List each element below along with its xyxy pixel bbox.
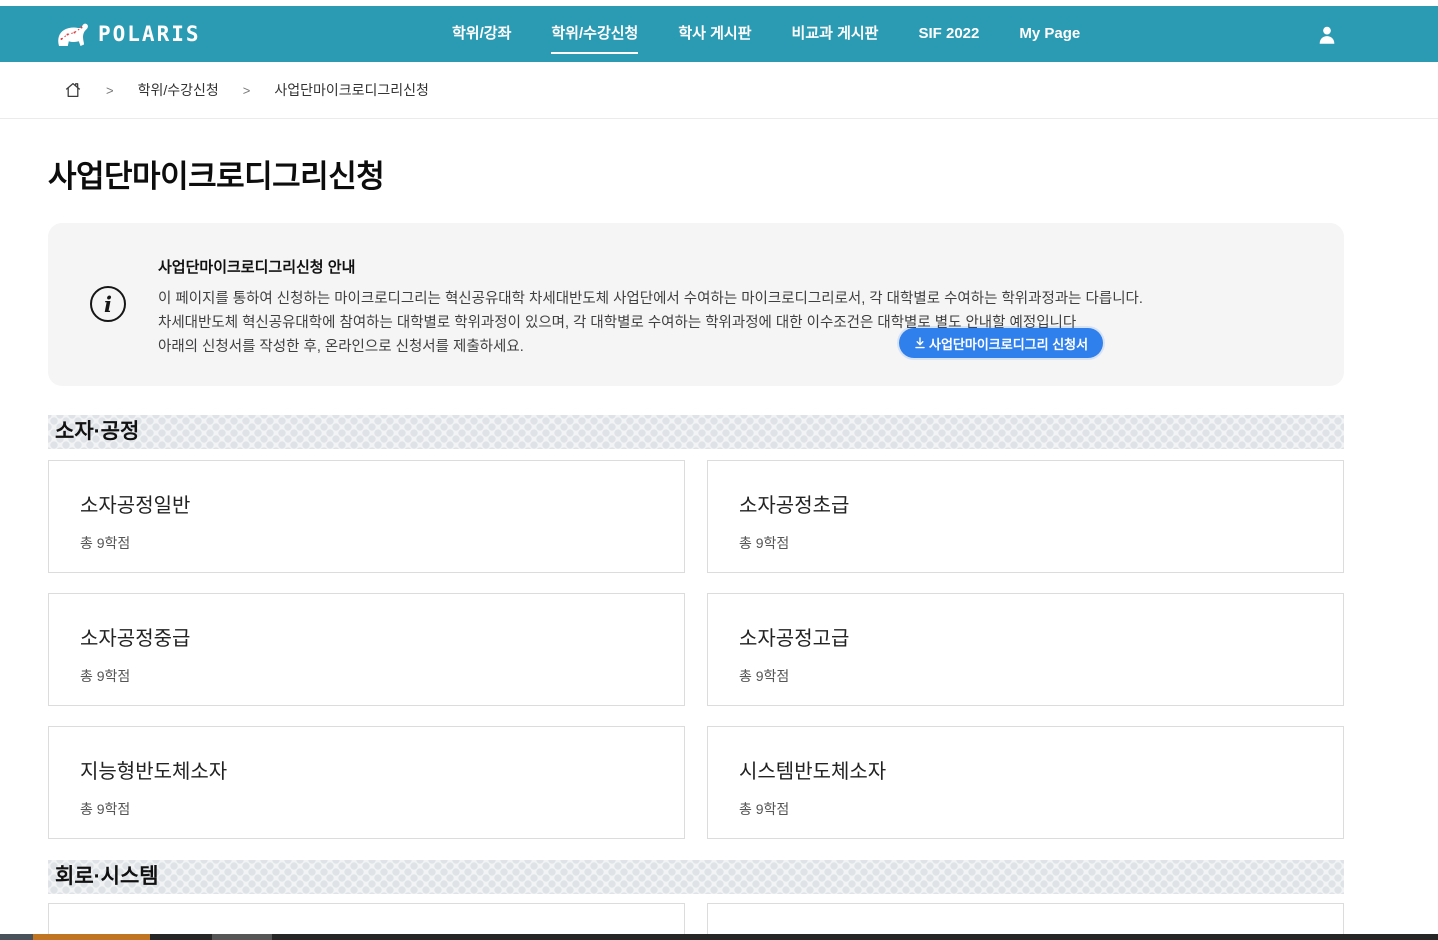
brand-name: POLARIS xyxy=(98,22,201,46)
page-title: 사업단마이크로디그리신청 xyxy=(48,151,1344,196)
taskbar-edge xyxy=(0,934,1438,940)
user-profile-icon[interactable] xyxy=(1316,24,1338,46)
download-icon xyxy=(914,337,926,349)
card-device-process-advanced[interactable]: 소자공정고급 총 9학점 xyxy=(707,593,1344,706)
card-title: 소자공정일반 xyxy=(80,489,684,518)
card-system-semiconductor-device[interactable]: 시스템반도체소자 총 9학점 xyxy=(707,726,1344,839)
card-title: 소자공정중급 xyxy=(80,622,684,651)
card-intelligent-semiconductor-device[interactable]: 지능형반도체소자 총 9학점 xyxy=(48,726,685,839)
breadcrumb-item-enrollment[interactable]: 학위/수강신청 xyxy=(138,80,219,100)
section-header-circuit-system: 회로·시스템 xyxy=(48,860,1344,894)
home-icon[interactable] xyxy=(64,81,82,99)
nav-item-sif-2022[interactable]: SIF 2022 xyxy=(918,6,979,62)
notice-line-1: 이 페이지를 통하여 신청하는 마이크로디그리는 혁신공유대학 차세대반도체 사… xyxy=(158,287,1344,311)
main-nav: 학위/강좌 학위/수강신청 학사 게시판 비교과 게시판 SIF 2022 My… xyxy=(452,6,1080,62)
download-button-label: 사업단마이크로디그리 신청서 xyxy=(929,334,1088,353)
notice-line-2: 차세대반도체 혁신공유대학에 참여하는 대학별로 학위과정이 있으며, 각 대학… xyxy=(158,311,1344,335)
notice-content: 사업단마이크로디그리신청 안내 이 페이지를 통하여 신청하는 마이크로디그리는… xyxy=(48,223,1344,359)
notice-heading: 사업단마이크로디그리신청 안내 xyxy=(158,256,1344,277)
breadcrumb: > 학위/수강신청 > 사업단마이크로디그리신청 xyxy=(0,62,1438,119)
polar-bear-icon xyxy=(55,19,89,49)
card-title: 시스템반도체소자 xyxy=(739,755,1343,784)
notice-box: i 사업단마이크로디그리신청 안내 이 페이지를 통하여 신청하는 마이크로디그… xyxy=(48,223,1344,386)
main-content: 사업단마이크로디그리신청 i 사업단마이크로디그리신청 안내 이 페이지를 통하… xyxy=(48,120,1344,940)
application-form-download-button[interactable]: 사업단마이크로디그리 신청서 xyxy=(899,328,1103,358)
nav-item-degree-courses[interactable]: 학위/강좌 xyxy=(452,6,511,62)
taskbar-segment xyxy=(212,934,272,940)
card-title: 지능형반도체소자 xyxy=(80,755,684,784)
notice-line-3: 아래의 신청서를 작성한 후, 온라인으로 신청서를 제출하세요. xyxy=(158,335,1344,359)
nav-item-extracurricular-board[interactable]: 비교과 게시판 xyxy=(792,6,879,62)
card-credits: 총 9학점 xyxy=(80,533,684,553)
card-credits: 총 9학점 xyxy=(739,533,1343,553)
polaris-logo[interactable]: POLARIS xyxy=(55,6,201,62)
card-title: 소자공정초급 xyxy=(739,489,1343,518)
card-device-process-general[interactable]: 소자공정일반 총 9학점 xyxy=(48,460,685,573)
breadcrumb-item-current[interactable]: 사업단마이크로디그리신청 xyxy=(274,80,429,100)
nav-item-degree-enrollment[interactable]: 학위/수강신청 xyxy=(551,6,638,62)
card-credits: 총 9학점 xyxy=(739,666,1343,686)
card-device-process-beginner[interactable]: 소자공정초급 총 9학점 xyxy=(707,460,1344,573)
info-icon: i xyxy=(90,286,126,322)
taskbar-segment-orange xyxy=(33,934,150,940)
top-navbar: POLARIS 학위/강좌 학위/수강신청 학사 게시판 비교과 게시판 SIF… xyxy=(0,6,1438,62)
card-title: 소자공정고급 xyxy=(739,622,1343,651)
card-grid-device-process: 소자공정일반 총 9학점 소자공정초급 총 9학점 소자공정중급 총 9학점 소… xyxy=(48,460,1344,839)
breadcrumb-separator: > xyxy=(243,83,251,98)
card-credits: 총 9학점 xyxy=(80,666,684,686)
nav-item-my-page[interactable]: My Page xyxy=(1019,6,1080,62)
breadcrumb-separator: > xyxy=(106,83,114,98)
nav-item-academic-board[interactable]: 학사 게시판 xyxy=(678,6,751,62)
section-header-device-process: 소자·공정 xyxy=(48,415,1344,449)
card-credits: 총 9학점 xyxy=(739,799,1343,819)
card-device-process-intermediate[interactable]: 소자공정중급 총 9학점 xyxy=(48,593,685,706)
taskbar-segment xyxy=(0,934,33,940)
card-credits: 총 9학점 xyxy=(80,799,684,819)
